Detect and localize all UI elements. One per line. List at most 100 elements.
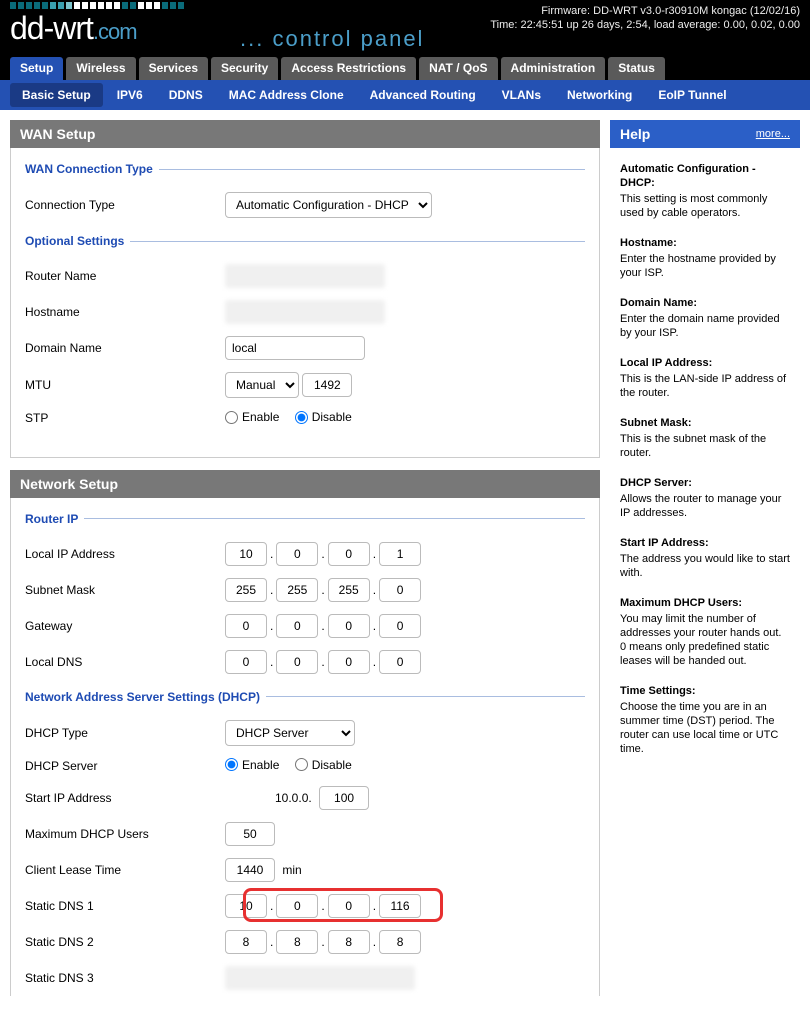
router-name-label: Router Name — [25, 269, 225, 283]
start-ip-prefix: 10.0.0. — [275, 791, 312, 805]
dhcp-server-label: DHCP Server — [25, 759, 225, 773]
page-header: dd-wrt.com ... control panel Firmware: D… — [0, 0, 810, 57]
tab-setup[interactable]: Setup — [10, 57, 63, 80]
help-item: Automatic Configuration - DHCP:This sett… — [610, 156, 800, 230]
static-dns3-label: Static DNS 3 — [25, 971, 225, 985]
firmware-line: Firmware: DD-WRT v3.0-r30910M kongac (12… — [490, 4, 800, 18]
connection-type-label: Connection Type — [25, 198, 225, 212]
mtu-label: MTU — [25, 378, 225, 392]
gateway-octet-3[interactable] — [328, 614, 370, 638]
stp-enable-radio[interactable]: Enable — [225, 410, 279, 424]
tab-administration[interactable]: Administration — [501, 57, 606, 80]
subnet-octet-3[interactable] — [328, 578, 370, 602]
dhcp-disable-radio[interactable]: Disable — [295, 758, 352, 772]
dhcp-type-select[interactable]: DHCP Server — [225, 720, 355, 746]
help-item: Subnet Mask:This is the subnet mask of t… — [610, 410, 800, 470]
static-dns1-octet-1[interactable] — [225, 894, 267, 918]
help-item: DHCP Server:Allows the router to manage … — [610, 470, 800, 530]
help-item: Local IP Address:This is the LAN-side IP… — [610, 350, 800, 410]
subtab-networking[interactable]: Networking — [555, 83, 644, 107]
network-setup-header: Network Setup — [10, 470, 600, 498]
time-line: Time: 22:45:51 up 26 days, 2:54, load av… — [490, 18, 800, 32]
static-dns3-value — [225, 966, 415, 990]
local-dns-octet-2[interactable] — [276, 650, 318, 674]
wan-conn-legend: WAN Connection Type — [25, 162, 159, 176]
start-ip-label: Start IP Address — [25, 791, 225, 805]
local-ip-octet-1[interactable] — [225, 542, 267, 566]
static-dns2-octet-2[interactable] — [276, 930, 318, 954]
subnet-label: Subnet Mask — [25, 583, 225, 597]
help-item: Start IP Address:The address you would l… — [610, 530, 800, 590]
max-dhcp-input[interactable] — [225, 822, 275, 846]
lease-time-unit: min — [282, 863, 301, 877]
dhcp-enable-radio[interactable]: Enable — [225, 758, 279, 772]
tab-security[interactable]: Security — [211, 57, 278, 80]
stp-label: STP — [25, 411, 225, 425]
main-tabs: SetupWirelessServicesSecurityAccess Rest… — [0, 57, 810, 80]
local-ip-octet-2[interactable] — [276, 542, 318, 566]
static-dns1-octet-4[interactable] — [379, 894, 421, 918]
hostname-label: Hostname — [25, 305, 225, 319]
subtab-ddns[interactable]: DDNS — [157, 83, 215, 107]
static-dns2-label: Static DNS 2 — [25, 935, 225, 949]
router-ip-legend: Router IP — [25, 512, 84, 526]
connection-type-select[interactable]: Automatic Configuration - DHCP — [225, 192, 432, 218]
local-dns-octet-3[interactable] — [328, 650, 370, 674]
tab-services[interactable]: Services — [139, 57, 208, 80]
sub-tabs: Basic SetupIPV6DDNSMAC Address CloneAdva… — [0, 80, 810, 110]
lease-time-label: Client Lease Time — [25, 863, 225, 877]
tab-status[interactable]: Status — [608, 57, 665, 80]
gateway-octet-1[interactable] — [225, 614, 267, 638]
gateway-label: Gateway — [25, 619, 225, 633]
local-ip-label: Local IP Address — [25, 547, 225, 561]
tab-wireless[interactable]: Wireless — [66, 57, 135, 80]
static-dns1-octet-3[interactable] — [328, 894, 370, 918]
help-item: Domain Name:Enter the domain name provid… — [610, 290, 800, 350]
header-status: Firmware: DD-WRT v3.0-r30910M kongac (12… — [490, 4, 800, 32]
subtab-vlans[interactable]: VLANs — [490, 83, 553, 107]
subnet-octet-2[interactable] — [276, 578, 318, 602]
subtab-ipv-[interactable]: IPV6 — [105, 83, 155, 107]
local-dns-octet-1[interactable] — [225, 650, 267, 674]
help-more-link[interactable]: more... — [756, 128, 790, 140]
static-dns2-octet-1[interactable] — [225, 930, 267, 954]
mtu-mode-select[interactable]: Manual — [225, 372, 299, 398]
router-name-value — [225, 264, 385, 288]
tab-nat-qos[interactable]: NAT / QoS — [419, 57, 497, 80]
gateway-octet-2[interactable] — [276, 614, 318, 638]
mtu-value-input[interactable] — [302, 373, 352, 397]
local-ip-octet-4[interactable] — [379, 542, 421, 566]
control-panel-label: ... control panel — [240, 26, 424, 52]
start-ip-input[interactable] — [319, 786, 369, 810]
subtab-mac-address-clone[interactable]: MAC Address Clone — [217, 83, 356, 107]
help-item: Time Settings:Choose the time you are in… — [610, 678, 800, 766]
domain-name-label: Domain Name — [25, 341, 225, 355]
help-header: Help more... — [610, 120, 800, 148]
dhcp-type-label: DHCP Type — [25, 726, 225, 740]
max-dhcp-label: Maximum DHCP Users — [25, 827, 225, 841]
subtab-eoip-tunnel[interactable]: EoIP Tunnel — [646, 83, 738, 107]
local-ip-octet-3[interactable] — [328, 542, 370, 566]
static-dns2-octet-4[interactable] — [379, 930, 421, 954]
help-item: Hostname:Enter the hostname provided by … — [610, 230, 800, 290]
subnet-octet-4[interactable] — [379, 578, 421, 602]
static-dns1-label: Static DNS 1 — [25, 899, 225, 913]
hostname-value — [225, 300, 385, 324]
subtab-basic-setup[interactable]: Basic Setup — [10, 83, 103, 107]
lease-time-input[interactable] — [225, 858, 275, 882]
gateway-octet-4[interactable] — [379, 614, 421, 638]
logo: dd-wrt.com — [10, 2, 184, 47]
tab-access-restrictions[interactable]: Access Restrictions — [281, 57, 416, 80]
dhcp-legend: Network Address Server Settings (DHCP) — [25, 690, 266, 704]
domain-name-input[interactable] — [225, 336, 365, 360]
local-dns-octet-4[interactable] — [379, 650, 421, 674]
static-dns1-octet-2[interactable] — [276, 894, 318, 918]
subnet-octet-1[interactable] — [225, 578, 267, 602]
local-dns-label: Local DNS — [25, 655, 225, 669]
subtab-advanced-routing[interactable]: Advanced Routing — [358, 83, 488, 107]
static-dns2-octet-3[interactable] — [328, 930, 370, 954]
optional-legend: Optional Settings — [25, 234, 130, 248]
wan-setup-header: WAN Setup — [10, 120, 600, 148]
stp-disable-radio[interactable]: Disable — [295, 410, 352, 424]
help-item: Maximum DHCP Users:You may limit the num… — [610, 590, 800, 678]
